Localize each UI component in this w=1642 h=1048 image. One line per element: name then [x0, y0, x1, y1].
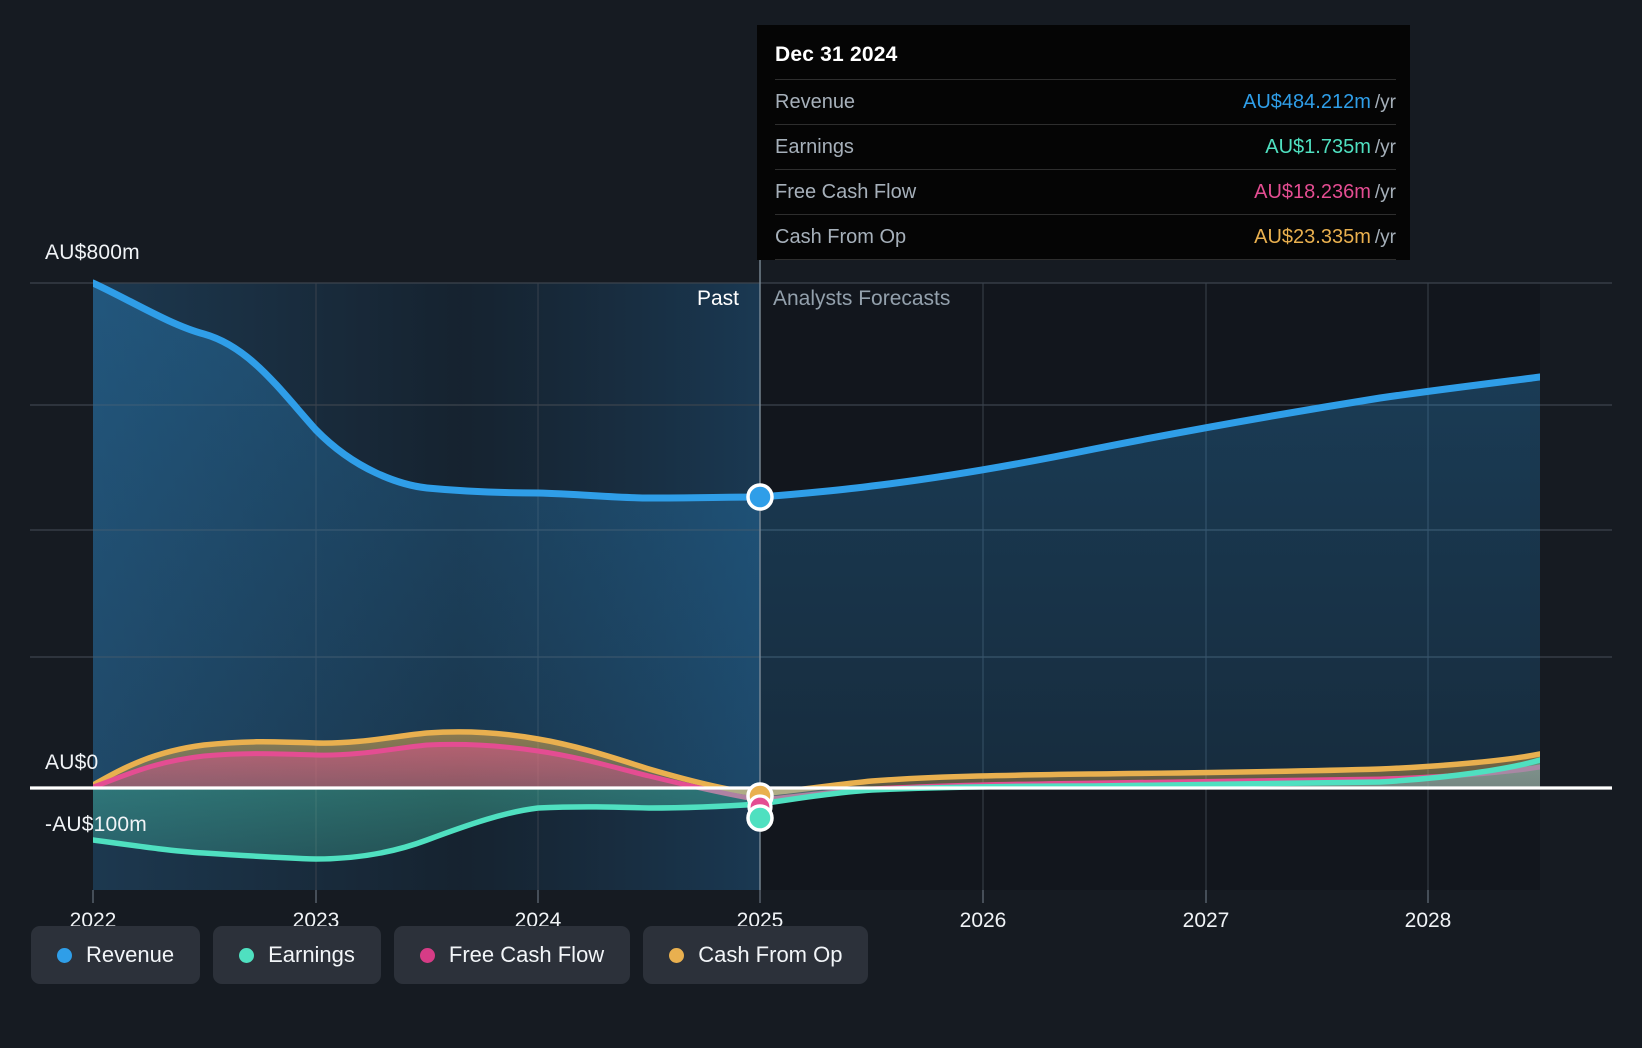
tooltip-amount-cash-from-op: AU$23.335m — [1254, 225, 1371, 248]
data-tooltip: Dec 31 2024 Revenue AU$484.212m/yr Earni… — [757, 25, 1410, 260]
tooltip-row-free-cash-flow: Free Cash Flow AU$18.236m/yr — [775, 169, 1396, 214]
tooltip-row-cash-from-op: Cash From Op AU$23.335m/yr — [775, 214, 1396, 260]
tooltip-unit-revenue: /yr — [1374, 91, 1396, 113]
legend-label-earnings: Earnings — [268, 942, 355, 967]
y-axis-label-800m: AU$800m — [45, 241, 140, 264]
tooltip-value-revenue: AU$484.212m/yr — [1243, 91, 1396, 114]
tooltip-value-free-cash-flow: AU$18.236m/yr — [1254, 181, 1396, 204]
legend-item-free-cash-flow[interactable]: Free Cash Flow — [393, 926, 631, 984]
tooltip-unit-earnings: /yr — [1374, 136, 1396, 158]
y-axis-label-neg100m: -AU$100m — [45, 813, 147, 836]
tooltip-row-earnings: Earnings AU$1.735m/yr — [775, 124, 1396, 169]
revenue-marker[interactable] — [746, 483, 774, 511]
circle-icon — [239, 947, 255, 963]
tooltip-amount-revenue: AU$484.212m — [1243, 90, 1371, 113]
tooltip-row-revenue: Revenue AU$484.212m/yr — [775, 79, 1396, 124]
tooltip-unit-cash-from-op: /yr — [1374, 226, 1396, 248]
past-label: Past — [697, 287, 740, 310]
circle-icon — [419, 947, 435, 963]
chart-legend: Revenue Earnings Free Cash Flow Cash Fro… — [31, 926, 869, 984]
tooltip-label-cash-from-op: Cash From Op — [775, 225, 907, 248]
tooltip-rows: Revenue AU$484.212m/yr Earnings AU$1.735… — [757, 79, 1410, 260]
tooltip-amount-free-cash-flow: AU$18.236m — [1254, 180, 1371, 203]
tooltip-label-earnings: Earnings — [775, 135, 854, 158]
legend-label-free-cash-flow: Free Cash Flow — [448, 942, 605, 967]
circle-icon — [57, 947, 72, 963]
tooltip-unit-free-cash-flow: /yr — [1374, 181, 1396, 203]
legend-label-revenue: Revenue — [86, 942, 175, 967]
y-axis-label-0: AU$0 — [45, 751, 99, 774]
legend-item-cash-from-op[interactable]: Cash From Op — [643, 926, 869, 984]
tooltip-amount-earnings: AU$1.735m — [1265, 135, 1371, 158]
legend-item-earnings[interactable]: Earnings — [213, 926, 381, 984]
tooltip-value-earnings: AU$1.735m/yr — [1265, 136, 1396, 159]
x-tick-marks — [92, 890, 1429, 903]
tooltip-value-cash-from-op: AU$23.335m/yr — [1254, 226, 1396, 249]
legend-item-revenue[interactable]: Revenue — [31, 926, 201, 984]
legend-label-cash-from-op: Cash From Op — [698, 942, 843, 967]
analysts-forecasts-label: Analysts Forecasts — [773, 287, 951, 310]
earnings-marker[interactable] — [746, 804, 774, 832]
tooltip-date: Dec 31 2024 — [775, 43, 898, 66]
financial-chart: AU$800m AU$0 -AU$100m 2022 2023 2024 202… — [0, 0, 1642, 1048]
tooltip-label-free-cash-flow: Free Cash Flow — [775, 180, 917, 203]
circle-icon — [669, 947, 685, 963]
x-axis-label-2027: 2027 — [1182, 909, 1230, 932]
x-axis-label-2026: 2026 — [959, 909, 1007, 932]
tooltip-label-revenue: Revenue — [775, 90, 856, 113]
x-axis-label-2028: 2028 — [1404, 909, 1452, 932]
